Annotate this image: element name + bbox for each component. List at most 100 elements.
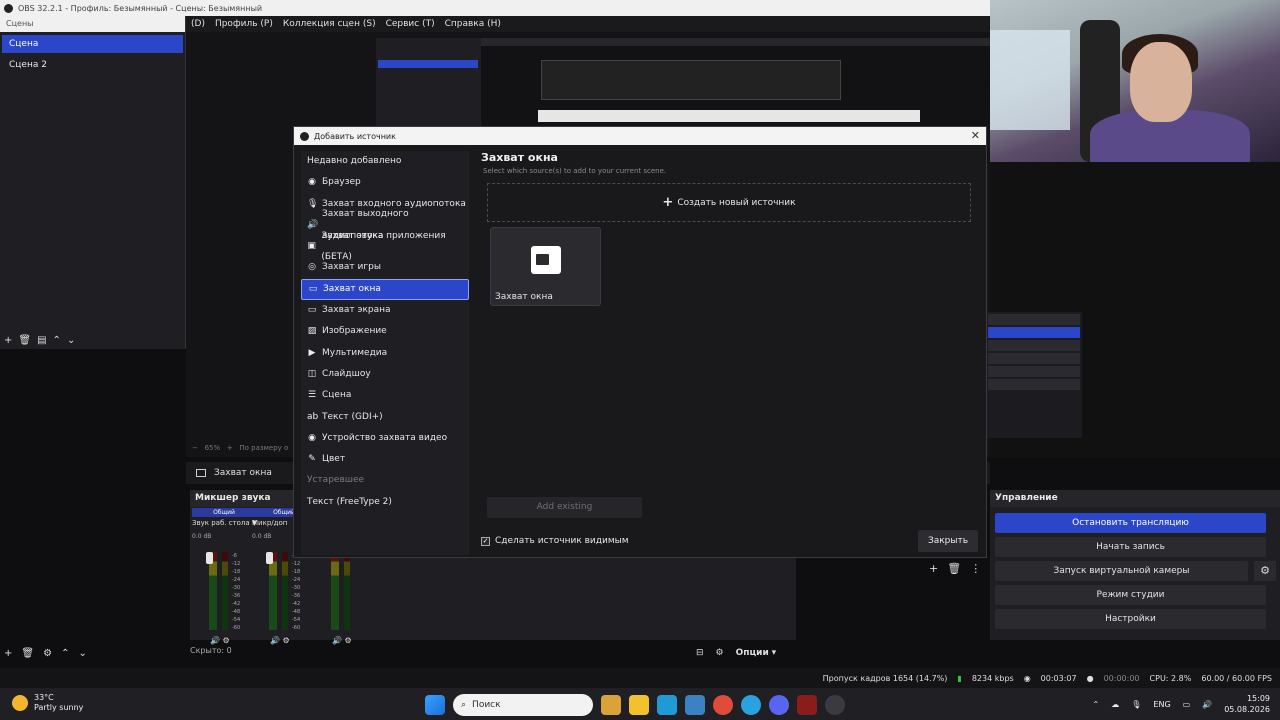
- source-type-label: Мультимедиа: [322, 347, 388, 358]
- source-type-item[interactable]: Текст (FreeType 2): [301, 492, 469, 513]
- close-icon[interactable]: ✕: [971, 129, 980, 142]
- menu-item-help[interactable]: Справка (H): [440, 19, 506, 29]
- source-tile[interactable]: Захват окна: [490, 227, 601, 306]
- image-icon: ▨: [307, 326, 317, 337]
- volume-slider-handle[interactable]: [206, 552, 213, 564]
- speaker-icon[interactable]: 🔊: [332, 636, 342, 645]
- settings-button[interactable]: Настройки: [995, 609, 1266, 629]
- meter-scale: -6-12-18-24-30-36-42-48-54-60: [292, 553, 301, 631]
- source-type-item[interactable]: ab Текст (GDI+): [301, 407, 469, 428]
- menu-bar: (D) Профиль (P) Коллекция сцен (S) Серви…: [186, 16, 990, 32]
- source-type-item[interactable]: ▭ Захват экрана: [301, 300, 469, 321]
- add-icon[interactable]: +: [4, 648, 12, 659]
- dropped-frames: Пропуск кадров 1654 (14.7%): [822, 673, 948, 683]
- close-button[interactable]: Закрыть: [918, 530, 978, 552]
- obs-icon[interactable]: [825, 695, 845, 715]
- plus-icon: +: [662, 195, 674, 210]
- store-icon[interactable]: [685, 695, 705, 715]
- fit-label[interactable]: По размеру о: [239, 444, 288, 452]
- source-type-item[interactable]: ☰ Сцена: [301, 385, 469, 406]
- gear-icon[interactable]: ⚙: [43, 648, 52, 659]
- source-type-label: Захват окна: [323, 283, 381, 294]
- explorer-icon[interactable]: [629, 695, 649, 715]
- start-record-button[interactable]: Начать запись: [995, 537, 1266, 557]
- speaker-icon[interactable]: 🔊: [270, 636, 280, 645]
- language[interactable]: ENG: [1153, 700, 1170, 709]
- options-button[interactable]: Опции ▾: [736, 648, 777, 658]
- scene-item-1[interactable]: Сцена: [2, 35, 183, 53]
- add-source-icon[interactable]: +: [929, 562, 938, 575]
- zoom-out-icon[interactable]: −: [192, 444, 198, 452]
- make-visible-row[interactable]: ✓ Сделать источник видимым: [481, 536, 629, 546]
- virtual-camera-button[interactable]: Запуск виртуальной камеры: [995, 561, 1248, 581]
- add-existing-button[interactable]: Add existing: [487, 497, 642, 518]
- layout-icon[interactable]: ⊟: [696, 648, 704, 658]
- add-scene-icon[interactable]: +: [4, 335, 12, 346]
- source-type-item[interactable]: ▨ Изображение: [301, 321, 469, 342]
- make-visible-checkbox[interactable]: ✓: [481, 536, 490, 546]
- channel-settings-icon[interactable]: ⚙: [345, 636, 352, 645]
- more-icon[interactable]: ⋮: [970, 562, 981, 575]
- menu-item-d[interactable]: (D): [186, 19, 210, 29]
- edge-icon[interactable]: [657, 695, 677, 715]
- move-up-icon[interactable]: ⌃: [53, 335, 61, 346]
- discord-icon[interactable]: [769, 695, 789, 715]
- create-new-source-button[interactable]: + Создать новый источник: [487, 183, 971, 222]
- chrome-icon[interactable]: [713, 695, 733, 715]
- deprecated-header: Устаревшее: [307, 475, 365, 486]
- source-type-item[interactable]: ✎ Цвет: [301, 449, 469, 470]
- channel-settings-icon[interactable]: ⚙: [283, 636, 290, 645]
- weather-widget[interactable]: 33°C Partly sunny: [12, 693, 83, 713]
- menu-item-profile[interactable]: Профиль (P): [210, 19, 278, 29]
- zoom-bar: − 65% + По размеру о: [192, 444, 288, 452]
- fps: 60.00 / 60.00 FPS: [1201, 673, 1272, 683]
- widget-icon[interactable]: [601, 695, 621, 715]
- volume-slider-handle[interactable]: [266, 552, 273, 564]
- start-icon[interactable]: [425, 695, 445, 715]
- telegram-icon[interactable]: [741, 695, 761, 715]
- studio-mode-button[interactable]: Режим студии: [995, 585, 1266, 605]
- advanced-audio-icon[interactable]: ⚙: [716, 648, 724, 658]
- remove-source-icon[interactable]: 🗑: [947, 562, 961, 575]
- microphone-icon: 🎙: [307, 198, 319, 209]
- source-type-label: Текст (GDI+): [322, 411, 383, 422]
- remove-scene-icon[interactable]: 🗑: [18, 335, 31, 346]
- scene-filters-icon[interactable]: ▤: [37, 335, 46, 346]
- menu-item-tools[interactable]: Сервис (T): [381, 19, 440, 29]
- move-down-icon[interactable]: ⌄: [78, 648, 86, 659]
- window-capture-icon: [531, 246, 561, 274]
- search-box[interactable]: ⌕ Поиск: [453, 694, 593, 716]
- system-tray: ⌃ ☁ 🎙 ENG ▭ 🔊 15:09 05.08.2026: [1093, 693, 1270, 715]
- source-type-item[interactable]: ▭ Захват окна: [301, 278, 469, 301]
- source-type-item[interactable]: ◉ Устройство захвата видео: [301, 428, 469, 449]
- source-type-item[interactable]: ▶ Мультимедиа: [301, 343, 469, 364]
- source-type-item[interactable]: ◉ Браузер: [301, 172, 469, 193]
- app-icon[interactable]: [797, 695, 817, 715]
- list-icon: ☰: [307, 390, 317, 401]
- remove-icon[interactable]: 🗑: [21, 648, 34, 659]
- clock[interactable]: 15:09 05.08.2026: [1224, 693, 1270, 715]
- volume-icon[interactable]: 🔊: [1202, 700, 1212, 709]
- taskbar: 33°C Partly sunny ⌕ Поиск ⌃ ☁ 🎙 ENG ▭ 🔊 1…: [0, 688, 1280, 720]
- move-up-icon[interactable]: ⌃: [61, 648, 69, 659]
- obs-logo-icon: [4, 3, 13, 13]
- scene-item-2[interactable]: Сцена 2: [2, 56, 183, 74]
- speaker-icon[interactable]: 🔊: [210, 636, 220, 645]
- channel-settings-icon[interactable]: ⚙: [223, 636, 230, 645]
- cloud-icon[interactable]: ☁: [1111, 700, 1119, 709]
- source-type-item[interactable]: ◫ Слайдшоу: [301, 364, 469, 385]
- cpu-usage: CPU: 2.8%: [1149, 673, 1192, 683]
- nested-window: [541, 60, 841, 100]
- stop-stream-button[interactable]: Остановить трансляцию: [995, 513, 1266, 533]
- source-type-item[interactable]: ▣ Захват звука приложения (БЕТА): [301, 231, 469, 262]
- monitor-icon[interactable]: ▭: [1183, 700, 1191, 709]
- zoom-in-icon[interactable]: +: [227, 444, 233, 452]
- channel-name[interactable]: Звук раб. стола ▼: [192, 519, 256, 527]
- chevron-up-icon[interactable]: ⌃: [1093, 700, 1100, 709]
- scenes-toolbar: + 🗑 ▤ ⌃ ⌄: [4, 335, 75, 346]
- weather-text: Partly sunny: [34, 703, 84, 712]
- virtual-camera-settings-icon[interactable]: ⚙: [1254, 561, 1276, 581]
- microphone-icon[interactable]: 🎙: [1131, 700, 1141, 709]
- move-down-icon[interactable]: ⌄: [67, 335, 75, 346]
- menu-item-scene-collection[interactable]: Коллекция сцен (S): [278, 19, 381, 29]
